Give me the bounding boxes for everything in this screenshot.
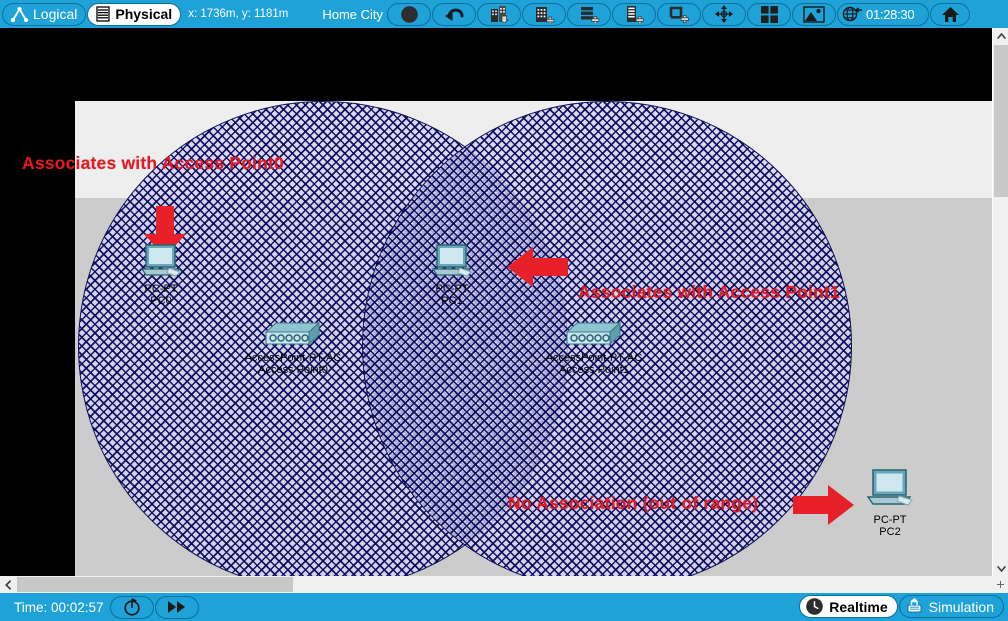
device-model-label: AccessPoint-PT-AC xyxy=(244,352,342,364)
realtime-mode-label: Realtime xyxy=(829,598,888,615)
add-building-icon xyxy=(579,5,600,23)
new-city-button[interactable] xyxy=(477,2,522,26)
add-building-button[interactable] xyxy=(567,2,612,26)
device-name-label: Access Point1 xyxy=(559,363,629,376)
vertical-scrollbar[interactable] xyxy=(992,28,1008,576)
realtime-mode-button[interactable]: Realtime xyxy=(799,595,898,618)
simulation-clock: 01:28:30 xyxy=(866,6,915,22)
grid-view-button[interactable] xyxy=(747,2,792,26)
simulation-mode-button[interactable]: Simulation xyxy=(898,595,1004,618)
scroll-down-arrow[interactable] xyxy=(993,560,1008,576)
scroll-left-arrow[interactable] xyxy=(0,576,16,593)
tab-logical-label: Logical xyxy=(33,6,78,22)
power-cycle-devices-icon xyxy=(122,597,142,617)
logical-view-icon xyxy=(11,6,28,22)
physical-workspace-canvas[interactable]: Associates with Access Point0 Associates… xyxy=(0,28,992,576)
tab-physical[interactable]: Physical xyxy=(87,2,182,26)
add-rack-button[interactable] xyxy=(657,2,702,26)
left-arrow-to-pc1 xyxy=(507,243,569,291)
pc-icon xyxy=(101,243,221,283)
packet-tracer-window: Logical Physical x: 1736m, y: 1181m Home… xyxy=(0,0,1008,621)
add-city-button[interactable] xyxy=(522,2,567,26)
set-background-icon xyxy=(803,5,825,23)
add-closet-button[interactable] xyxy=(612,2,657,26)
elapsed-time-label: Time: 00:02:57 xyxy=(14,599,104,615)
tab-physical-label: Physical xyxy=(115,6,173,22)
back-button[interactable] xyxy=(432,2,477,26)
device-name-label: PC1 xyxy=(441,294,463,307)
simulation-icon xyxy=(905,597,924,616)
device-pc1[interactable]: PC-PT PC1 xyxy=(392,243,512,307)
device-name-label: PC2 xyxy=(879,525,901,538)
access-point-icon xyxy=(534,318,654,352)
horizontal-scroll-thumb[interactable] xyxy=(17,577,293,592)
annotation-associates-ap1: Associates with Access Point1 xyxy=(578,282,840,302)
annotation-no-association: No Association (out of range) xyxy=(508,493,759,513)
add-closet-icon xyxy=(624,5,645,23)
new-city-icon xyxy=(489,5,510,23)
vertical-scroll-thumb[interactable] xyxy=(994,45,1008,197)
device-model-label: PC-PT xyxy=(144,283,178,295)
bottom-status-bar: Time: 00:02:57 Realtime Simulation xyxy=(0,593,1008,621)
tab-logical[interactable]: Logical xyxy=(2,2,87,26)
pc-icon xyxy=(830,468,950,514)
device-pc0[interactable]: PC-PT PC0 xyxy=(101,243,221,307)
fast-forward-time-icon xyxy=(166,599,188,615)
viewport-icon xyxy=(842,5,863,23)
device-access-point1[interactable]: AccessPoint-PT-AC Access Point1 xyxy=(534,318,654,376)
pc-icon xyxy=(392,243,512,283)
scrollbar-corner xyxy=(992,576,1008,593)
device-model-label: AccessPoint-PT-AC xyxy=(545,352,643,364)
add-rack-icon xyxy=(669,5,690,23)
move-object-icon xyxy=(714,4,734,24)
add-city-icon xyxy=(534,5,555,23)
clock-icon xyxy=(805,597,824,616)
back-arrow-icon xyxy=(443,5,465,23)
scroll-up-arrow[interactable] xyxy=(993,28,1008,44)
device-model-label: PC-PT xyxy=(435,283,469,295)
simulation-mode-label: Simulation xyxy=(928,598,994,615)
move-object-button[interactable] xyxy=(702,2,747,26)
top-toolbar: Logical Physical x: 1736m, y: 1181m Home… xyxy=(0,0,1008,28)
current-city-label: Home City xyxy=(322,6,384,22)
access-point-icon xyxy=(233,318,353,352)
navigate-button[interactable] xyxy=(387,2,432,26)
device-access-point0[interactable]: AccessPoint-PT-AC Access Point0 xyxy=(233,318,353,376)
set-background-button[interactable] xyxy=(792,2,837,26)
horizontal-scrollbar[interactable] xyxy=(0,576,992,593)
home-icon xyxy=(941,6,960,23)
viewport-time-control[interactable]: 01:28:30 xyxy=(837,2,930,26)
device-name-label: Access Point0 xyxy=(258,363,328,376)
fast-forward-time-button[interactable] xyxy=(154,595,199,619)
physical-view-icon xyxy=(96,6,111,22)
power-cycle-devices-button[interactable] xyxy=(109,595,154,619)
home-button[interactable] xyxy=(930,2,971,26)
grid-view-icon xyxy=(760,5,779,24)
mode-toggle-group: Realtime Simulation xyxy=(798,595,1004,618)
device-pc2[interactable]: PC-PT PC2 xyxy=(830,468,950,538)
device-model-label: PC-PT xyxy=(873,514,907,526)
cursor-coordinates: x: 1736m, y: 1181m xyxy=(188,8,289,20)
device-name-label: PC0 xyxy=(150,294,172,307)
compass-icon xyxy=(400,5,419,24)
annotation-associates-ap0: Associates with Access Point0 xyxy=(22,153,284,173)
